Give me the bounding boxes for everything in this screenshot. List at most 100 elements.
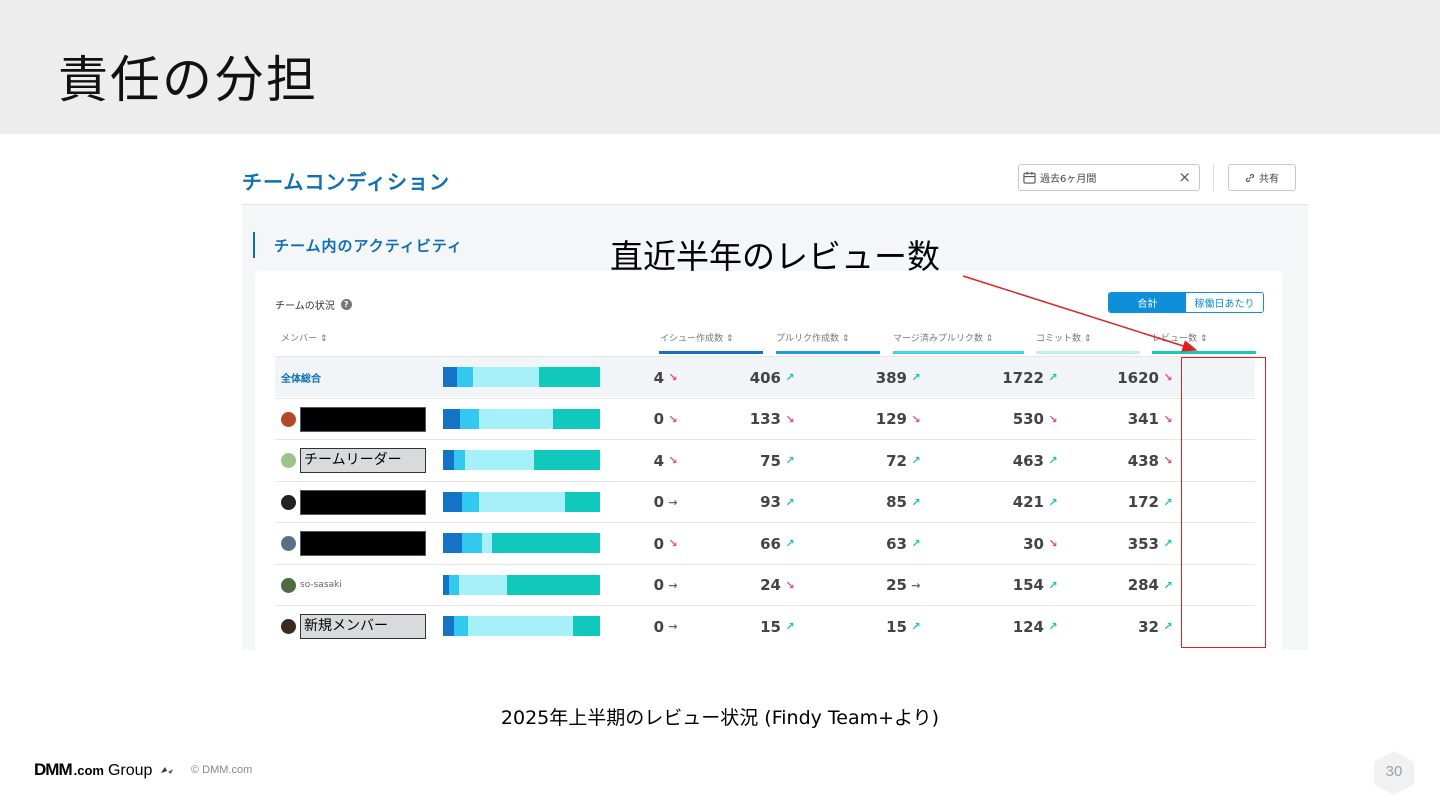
dmm-group-logo: DMM .com Group xyxy=(34,760,174,780)
help-icon[interactable]: ? xyxy=(340,299,352,310)
activity-bar-segment xyxy=(460,408,480,429)
activity-bar-segment xyxy=(461,533,483,553)
trend-arrow-icon: ↘ xyxy=(1163,412,1173,426)
member-cell: so-sasaki xyxy=(281,565,342,606)
link-icon xyxy=(1245,173,1255,182)
trend-arrow-icon: ↗ xyxy=(1163,495,1173,509)
metric-mode-toggle: 合計 稼働日あたり xyxy=(1108,292,1264,313)
column-accent-merged xyxy=(893,351,1024,354)
card-label: チームの状況 ? xyxy=(275,297,352,312)
table-row[interactable]: 0 → 93 ↗ 85 ↗ 421 ↗ 172 ↗ xyxy=(275,480,1255,523)
clear-icon[interactable]: × xyxy=(1178,168,1191,186)
member-label-box: チームリーダー xyxy=(300,448,426,473)
prs-value: 66 xyxy=(760,534,781,553)
slide-header: 責任の分担 xyxy=(0,0,1440,134)
activity-bar-segment xyxy=(443,367,458,387)
prs-value: 75 xyxy=(760,451,781,470)
column-accent-commits xyxy=(1036,351,1140,354)
activity-bar-segment xyxy=(449,574,459,595)
trend-arrow-icon: ↘ xyxy=(1163,454,1173,467)
merged-cell: 63 ↗ xyxy=(781,523,921,564)
reviews-value: 172 xyxy=(1127,493,1159,511)
table-row[interactable]: チームリーダー 4 ↘ 75 ↗ 72 ↗ 463 ↗ 438 ↘ xyxy=(275,439,1255,480)
activity-bar-segment xyxy=(461,491,480,512)
column-accent-prs xyxy=(776,351,880,354)
reviews-cell: 172 ↗ xyxy=(1033,482,1173,523)
reviews-value: 32 xyxy=(1138,617,1159,636)
team-condition-screenshot: チームコンディション 過去6ヶ月間 × 共有 チーム内のアクティビティ チームの… xyxy=(242,146,1308,650)
annotation-text: 直近半年のレビュー数 xyxy=(610,237,940,276)
avatar xyxy=(281,453,296,468)
merged-cell: 389 ↗ xyxy=(781,357,921,398)
member-label-box: 新規メンバー xyxy=(300,614,426,639)
trend-arrow-icon: ↗ xyxy=(1163,578,1173,592)
activity-bar-segment xyxy=(458,574,508,595)
merged-cell: 85 ↗ xyxy=(781,482,921,523)
merged-value: 85 xyxy=(886,493,907,511)
date-range-filter[interactable]: 過去6ヶ月間 × xyxy=(1018,164,1200,191)
activity-bar-segment xyxy=(482,533,492,553)
merged-cell: 72 ↗ xyxy=(781,440,921,481)
reviews-value: 353 xyxy=(1127,534,1159,553)
logo-com: .com xyxy=(73,763,104,778)
column-header-prs[interactable]: プルリク作成数 ⇕ xyxy=(776,331,849,344)
reviews-value: 438 xyxy=(1127,451,1159,470)
reviews-cell: 1620 ↘ xyxy=(1033,357,1173,398)
table-row[interactable]: so-sasaki 0 → 24 ↘ 25 → 154 ↗ 284 ↗ xyxy=(275,563,1255,606)
merged-cell: 129 ↘ xyxy=(781,399,921,440)
prs-value: 93 xyxy=(760,493,781,511)
logo-group: Group xyxy=(107,762,153,779)
column-header-merged[interactable]: マージ済みプルリク数 ⇕ xyxy=(893,331,993,344)
reviews-cell: 284 ↗ xyxy=(1033,565,1173,606)
logo-mark-icon xyxy=(161,767,174,774)
merged-value: 129 xyxy=(875,410,907,428)
column-header-reviews[interactable]: レビュー数 ⇕ xyxy=(1152,331,1207,344)
calendar-icon xyxy=(1023,171,1036,184)
trend-arrow-icon: ↗ xyxy=(1163,620,1173,633)
toggle-total[interactable]: 合計 xyxy=(1109,293,1186,312)
card-label-text: チームの状況 xyxy=(275,301,335,312)
table-row[interactable]: 0 ↘ 133 ↘ 129 ↘ 530 ↘ 341 ↘ xyxy=(275,397,1255,440)
section-title: チーム内のアクティビティ xyxy=(274,237,464,255)
member-cell: 新規メンバー xyxy=(281,606,426,647)
merged-value: 15 xyxy=(886,617,907,636)
column-header-member[interactable]: メンバー ⇕ xyxy=(281,331,327,344)
prs-cell: 66 ↗ xyxy=(655,523,795,564)
toggle-per-day[interactable]: 稼働日あたり xyxy=(1186,293,1263,312)
prs-cell: 15 ↗ xyxy=(655,606,795,647)
merged-cell: 25 → xyxy=(781,565,921,606)
reviews-value: 1620 xyxy=(1117,368,1159,387)
prs-cell: 93 ↗ xyxy=(655,482,795,523)
prs-cell: 75 ↗ xyxy=(655,440,795,481)
column-accent-reviews xyxy=(1152,351,1256,354)
table-row[interactable]: 0 ↘ 66 ↗ 63 ↗ 30 ↘ 353 ↗ xyxy=(275,522,1255,563)
member-cell xyxy=(281,523,426,564)
table-row[interactable]: 新規メンバー 0 → 15 ↗ 15 ↗ 124 ↗ 32 ↗ xyxy=(275,605,1255,646)
page-number: 30 xyxy=(1385,763,1403,780)
slide-title: 責任の分担 xyxy=(58,51,318,109)
prs-cell: 406 ↗ xyxy=(655,357,795,398)
team-status-card: チームの状況 ? 合計 稼働日あたり メンバー ⇕ イシュー作成数 ⇕ プルリク… xyxy=(255,271,1282,650)
prs-cell: 24 ↘ xyxy=(655,565,795,606)
share-button[interactable]: 共有 xyxy=(1228,164,1296,191)
prs-value: 24 xyxy=(760,576,781,594)
activity-bar-segment xyxy=(443,616,454,636)
column-header-commits[interactable]: コミット数 ⇕ xyxy=(1036,331,1091,344)
column-header-issues[interactable]: イシュー作成数 ⇕ xyxy=(660,331,733,344)
merged-value: 72 xyxy=(886,451,907,470)
reviews-cell: 341 ↘ xyxy=(1033,399,1173,440)
share-label: 共有 xyxy=(1259,174,1279,185)
copyright: © DMM.com xyxy=(191,764,253,776)
activity-bar-segment xyxy=(443,491,462,512)
merged-value: 25 xyxy=(886,576,907,594)
activity-bar-segment xyxy=(443,408,461,429)
member-name: so-sasaki xyxy=(300,580,342,590)
activity-bar-segment xyxy=(472,367,539,387)
reviews-value: 341 xyxy=(1127,410,1159,428)
section-accent xyxy=(253,232,255,258)
reviews-cell: 32 ↗ xyxy=(1033,606,1173,647)
activity-bar-segment xyxy=(443,450,454,470)
member-name: 全体総合 xyxy=(281,374,321,385)
prs-value: 15 xyxy=(760,617,781,636)
table-row-total[interactable]: 全体総合 4 ↘ 406 ↗ 389 ↗ 1722 ↗ 1620 ↘ xyxy=(275,356,1255,397)
